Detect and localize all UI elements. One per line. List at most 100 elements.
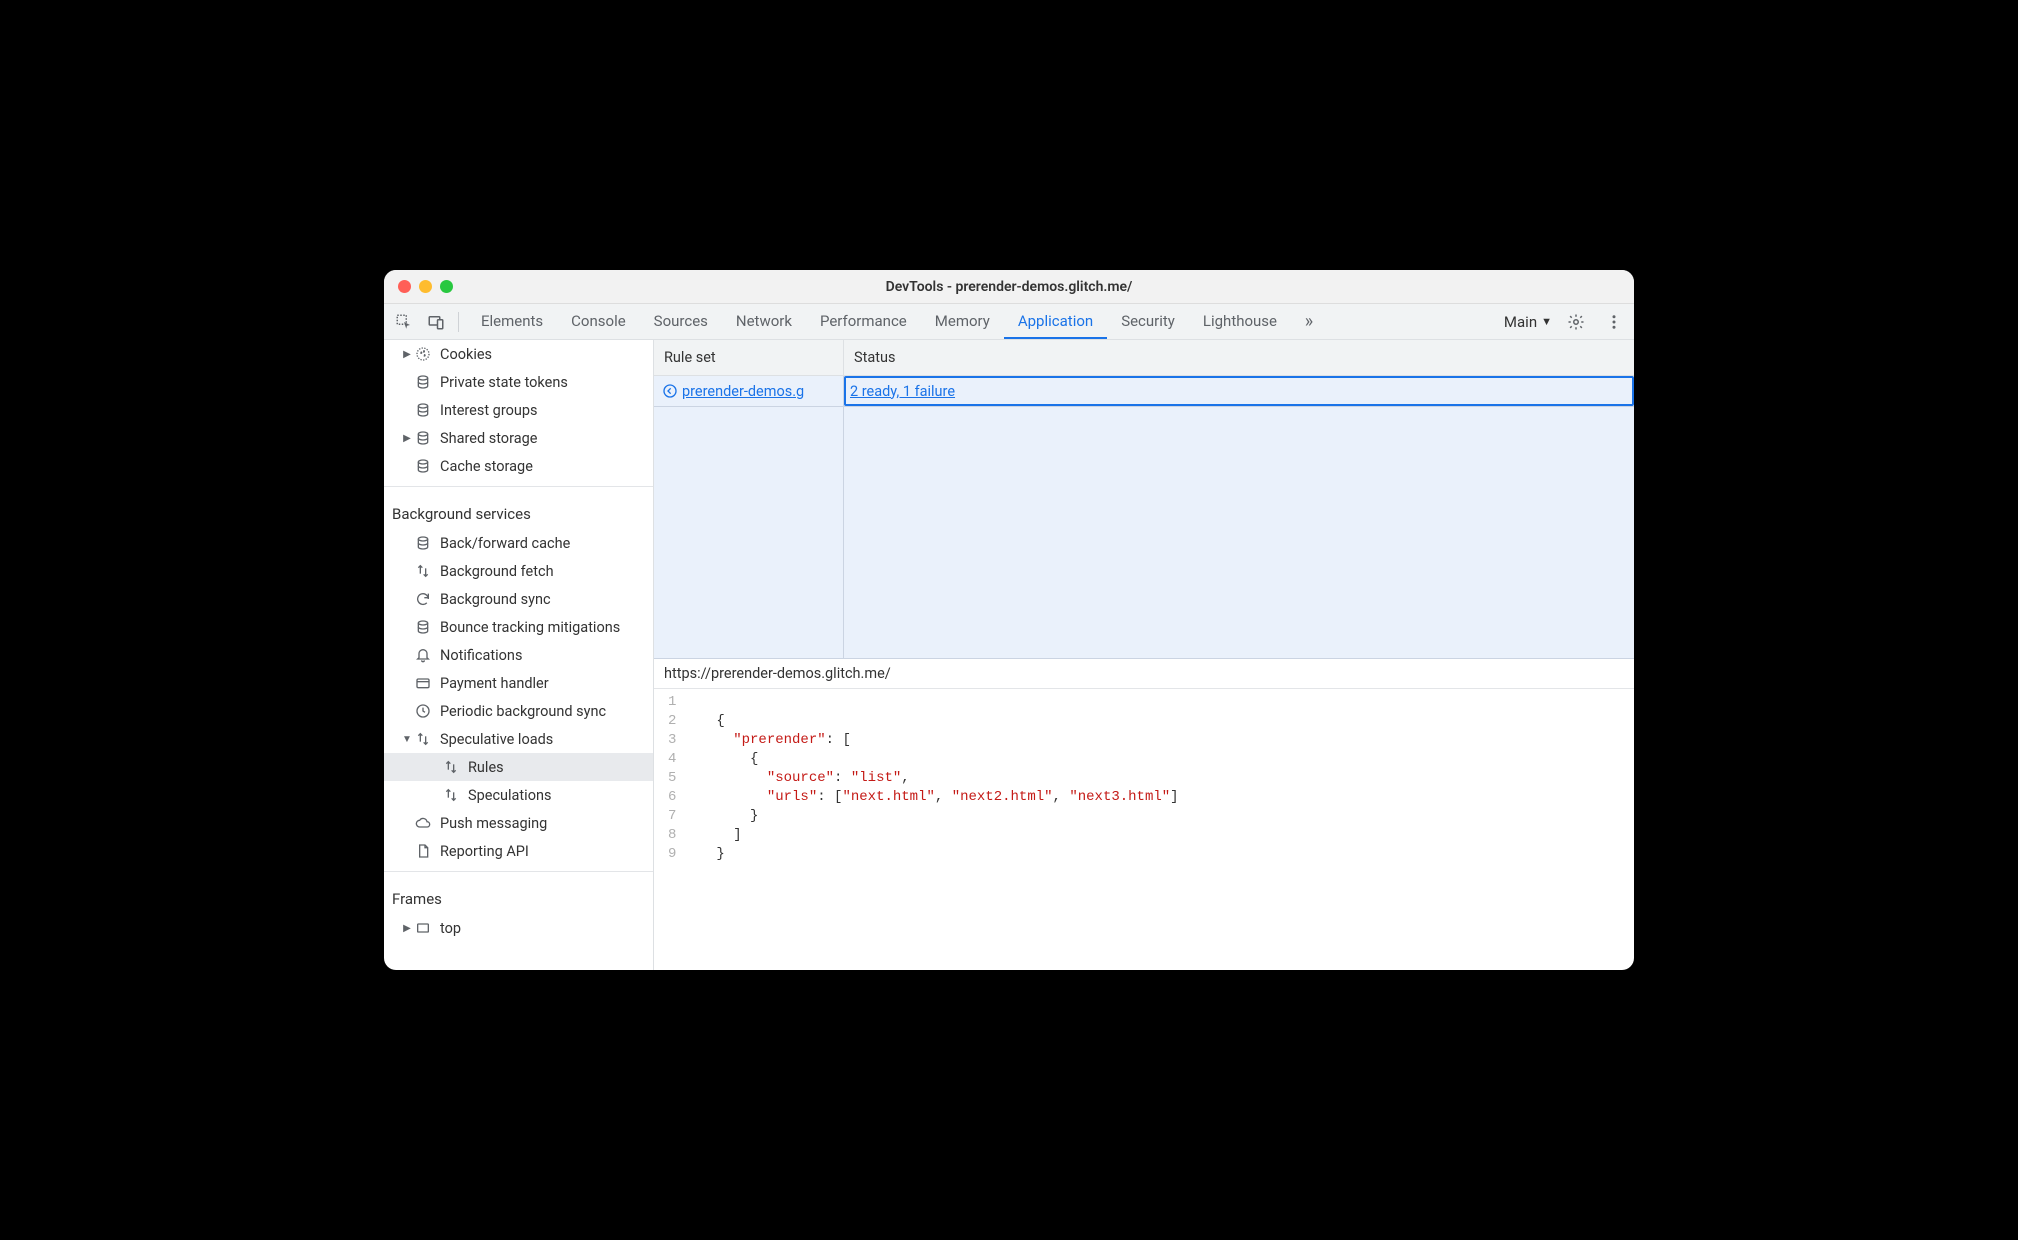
tab-memory[interactable]: Memory bbox=[921, 304, 1004, 339]
bell-icon bbox=[414, 646, 432, 664]
tab-application[interactable]: Application bbox=[1004, 304, 1107, 339]
sidebar-item-cache-storage[interactable]: Cache storage bbox=[384, 452, 653, 480]
sidebar-item-label: Back/forward cache bbox=[440, 535, 570, 552]
sidebar-item-label: Speculations bbox=[468, 787, 551, 804]
sidebar-item-reporting-api[interactable]: Reporting API bbox=[384, 837, 653, 865]
card-icon bbox=[414, 674, 432, 692]
window-title: DevTools - prerender-demos.glitch.me/ bbox=[384, 279, 1634, 295]
sidebar-item-top[interactable]: ▶ top bbox=[384, 914, 653, 942]
sidebar-item-label: Background fetch bbox=[440, 563, 554, 580]
updown-icon bbox=[442, 758, 460, 776]
device-toggle-icon[interactable] bbox=[422, 308, 450, 336]
sidebar-item-back-forward-cache[interactable]: Back/forward cache bbox=[384, 529, 653, 557]
db-icon bbox=[414, 457, 432, 475]
sidebar-item-label: Rules bbox=[468, 759, 504, 776]
inspect-icon[interactable] bbox=[390, 308, 418, 336]
updown-icon bbox=[414, 730, 432, 748]
toolbar: ElementsConsoleSourcesNetworkPerformance… bbox=[384, 304, 1634, 340]
more-tabs-icon[interactable]: » bbox=[1295, 308, 1323, 336]
table-body: prerender-demos.g 2 ready, 1 failure bbox=[654, 376, 1634, 659]
sidebar-item-label: Cookies bbox=[440, 346, 492, 363]
sidebar-item-notifications[interactable]: Notifications bbox=[384, 641, 653, 669]
chevron-right-icon: ▶ bbox=[400, 923, 414, 934]
close-window-button[interactable] bbox=[398, 280, 411, 293]
db-icon bbox=[414, 401, 432, 419]
table-empty-area bbox=[654, 406, 1634, 658]
cookies-icon bbox=[414, 345, 432, 363]
line-gutter: 123456789 bbox=[654, 689, 686, 971]
sidebar-item-speculations[interactable]: Speculations bbox=[384, 781, 653, 809]
back-arrow-circle-icon bbox=[662, 383, 678, 399]
sidebar-item-label: Background sync bbox=[440, 591, 551, 608]
ruleset-name: prerender-demos.g bbox=[682, 383, 804, 400]
sidebar-item-label: Payment handler bbox=[440, 675, 549, 692]
sidebar-item-speculative-loads[interactable]: ▼Speculative loads bbox=[384, 725, 653, 753]
cloud-icon bbox=[414, 814, 432, 832]
status-link[interactable]: 2 ready, 1 failure bbox=[844, 376, 1634, 406]
detail-url: https://prerender-demos.glitch.me/ bbox=[654, 659, 1634, 689]
tab-elements[interactable]: Elements bbox=[467, 304, 557, 339]
minimize-window-button[interactable] bbox=[419, 280, 432, 293]
tab-performance[interactable]: Performance bbox=[806, 304, 921, 339]
db-icon bbox=[414, 429, 432, 447]
toolbar-divider bbox=[458, 312, 459, 332]
target-selector[interactable]: Main ▼ bbox=[1504, 313, 1552, 331]
tab-security[interactable]: Security bbox=[1107, 304, 1189, 339]
kebab-menu-icon[interactable] bbox=[1600, 308, 1628, 336]
status-text: 2 ready, 1 failure bbox=[850, 383, 955, 400]
main-pane: Rule set Status prerender-demos.g 2 read… bbox=[654, 340, 1634, 970]
sidebar-item-label: Push messaging bbox=[440, 815, 547, 832]
sidebar-item-label: top bbox=[440, 920, 461, 937]
sidebar-item-cookies[interactable]: ▶Cookies bbox=[384, 340, 653, 368]
tab-lighthouse[interactable]: Lighthouse bbox=[1189, 304, 1291, 339]
ruleset-link[interactable]: prerender-demos.g bbox=[654, 376, 844, 406]
titlebar: DevTools - prerender-demos.glitch.me/ bbox=[384, 270, 1634, 304]
sidebar-item-label: Bounce tracking mitigations bbox=[440, 619, 620, 636]
sidebar-item-label: Private state tokens bbox=[440, 374, 568, 391]
sidebar-item-payment-handler[interactable]: Payment handler bbox=[384, 669, 653, 697]
sidebar-item-label: Periodic background sync bbox=[440, 703, 606, 720]
tab-console[interactable]: Console bbox=[557, 304, 640, 339]
col-header-rule[interactable]: Rule set bbox=[654, 340, 844, 375]
panel-tabs: ElementsConsoleSourcesNetworkPerformance… bbox=[467, 304, 1291, 339]
sidebar-item-private-state-tokens[interactable]: Private state tokens bbox=[384, 368, 653, 396]
chevron-down-icon: ▼ bbox=[1541, 315, 1552, 328]
settings-icon[interactable] bbox=[1562, 308, 1590, 336]
updown-icon bbox=[442, 786, 460, 804]
sidebar-item-background-fetch[interactable]: Background fetch bbox=[384, 557, 653, 585]
body: ▶CookiesPrivate state tokensInterest gro… bbox=[384, 340, 1634, 970]
section-frames: Frames bbox=[384, 878, 653, 914]
sidebar-item-interest-groups[interactable]: Interest groups bbox=[384, 396, 653, 424]
sidebar-item-label: Interest groups bbox=[440, 402, 537, 419]
frame-icon bbox=[414, 919, 432, 937]
db-icon bbox=[414, 373, 432, 391]
section-background-services: Background services bbox=[384, 493, 653, 529]
table-row[interactable]: prerender-demos.g 2 ready, 1 failure bbox=[654, 376, 1634, 406]
sidebar-item-periodic-background-sync[interactable]: Periodic background sync bbox=[384, 697, 653, 725]
sidebar-item-label: Shared storage bbox=[440, 430, 537, 447]
sidebar-item-bounce-tracking-mitigations[interactable]: Bounce tracking mitigations bbox=[384, 613, 653, 641]
window-controls bbox=[384, 280, 453, 293]
sidebar-item-label: Reporting API bbox=[440, 843, 529, 860]
table-header: Rule set Status bbox=[654, 340, 1634, 376]
sidebar-item-label: Speculative loads bbox=[440, 731, 553, 748]
sidebar-item-push-messaging[interactable]: Push messaging bbox=[384, 809, 653, 837]
sidebar-item-shared-storage[interactable]: ▶ Shared storage bbox=[384, 424, 653, 452]
col-header-status[interactable]: Status bbox=[844, 349, 1634, 366]
devtools-window: DevTools - prerender-demos.glitch.me/ El… bbox=[384, 270, 1634, 970]
code-viewer: 123456789 { "prerender": [ { "source": "… bbox=[654, 689, 1634, 971]
target-label: Main bbox=[1504, 313, 1537, 331]
sidebar-item-label: Cache storage bbox=[440, 458, 533, 475]
db-icon bbox=[414, 534, 432, 552]
tab-network[interactable]: Network bbox=[722, 304, 806, 339]
code-content: { "prerender": [ { "source": "list", "ur… bbox=[686, 689, 1188, 971]
maximize-window-button[interactable] bbox=[440, 280, 453, 293]
db-icon bbox=[414, 618, 432, 636]
sidebar-item-background-sync[interactable]: Background sync bbox=[384, 585, 653, 613]
sidebar-item-rules[interactable]: Rules bbox=[384, 753, 653, 781]
tab-sources[interactable]: Sources bbox=[640, 304, 722, 339]
sidebar-item-label: Notifications bbox=[440, 647, 522, 664]
clock-icon bbox=[414, 702, 432, 720]
chevron-right-icon: ▶ bbox=[400, 433, 414, 444]
doc-icon bbox=[414, 842, 432, 860]
